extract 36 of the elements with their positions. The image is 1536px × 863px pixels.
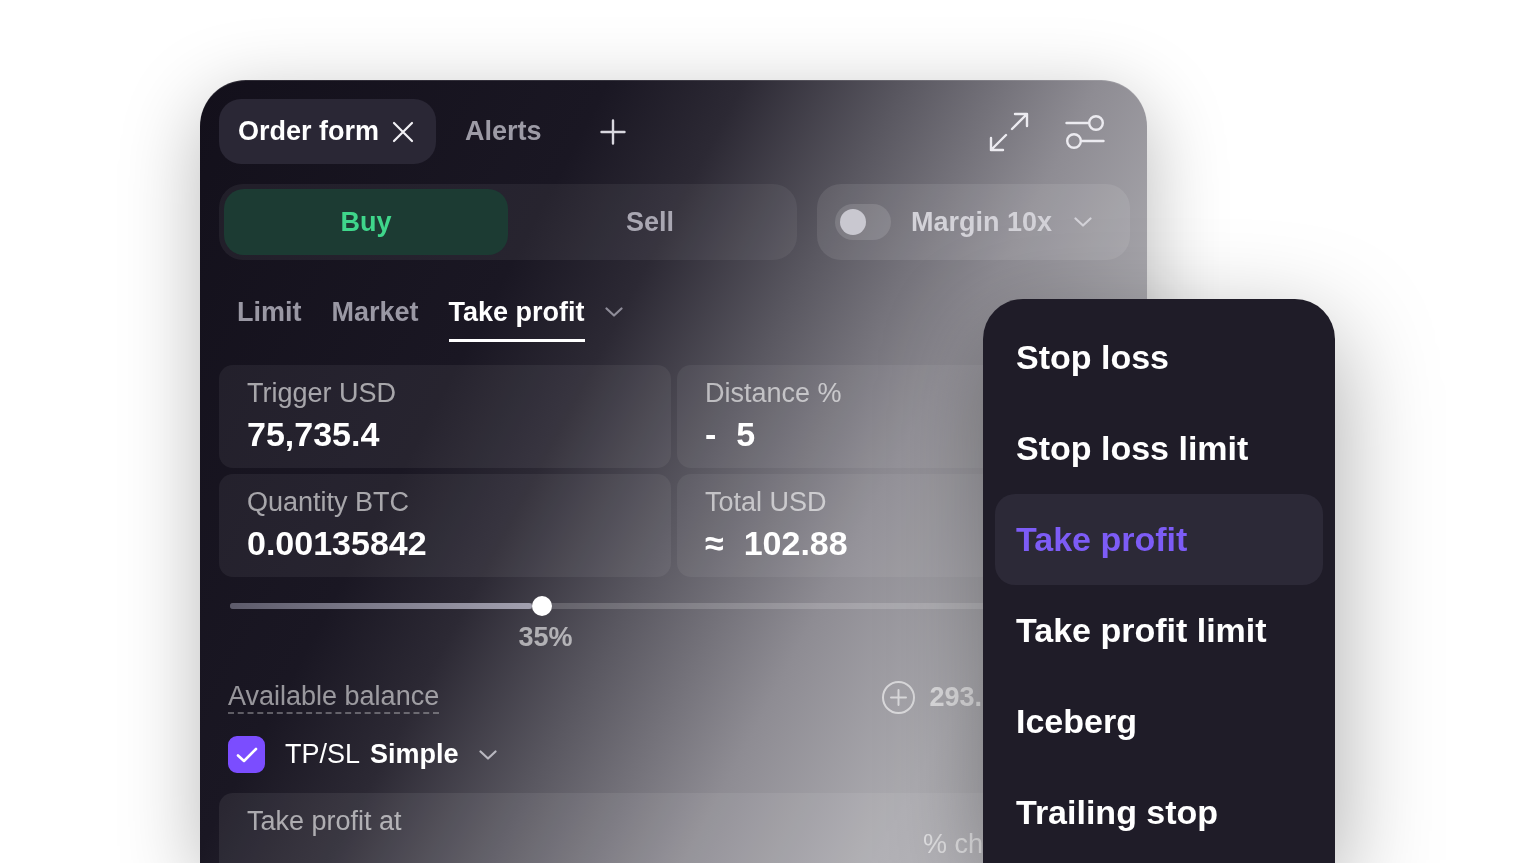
order-type-tab[interactable]: Take profit: [448, 294, 585, 342]
slider-thumb[interactable]: [532, 596, 553, 616]
field-label: Take profit at: [247, 805, 402, 837]
input-field[interactable]: Quantity BTC 0.00135842: [219, 474, 671, 577]
buy-button[interactable]: Buy: [224, 189, 508, 255]
settings-icon[interactable]: [1065, 113, 1105, 150]
tab[interactable]: Alerts: [446, 99, 564, 164]
field-value: 5: [736, 414, 756, 454]
field-value: 102.88: [743, 523, 848, 563]
field-value: 0.00135842: [247, 523, 427, 563]
field-label: Trigger USD: [247, 377, 397, 409]
plus-icon[interactable]: [599, 118, 626, 145]
input-field[interactable]: Trigger USD 75,735.4: [219, 365, 671, 468]
check-icon: [235, 746, 258, 763]
expand-icon[interactable]: [989, 111, 1029, 152]
close-icon[interactable]: [392, 120, 415, 143]
mode-dropdown[interactable]: Simple: [370, 739, 459, 770]
chevron-down-icon[interactable]: [478, 749, 497, 760]
sell-button[interactable]: Sell: [508, 189, 792, 255]
order-type-tab[interactable]: Market: [331, 294, 419, 342]
checkbox[interactable]: [228, 736, 265, 773]
toggle-switch[interactable]: [835, 204, 891, 240]
tpsl-label: TP/SL: [285, 739, 361, 770]
chevron-down-icon[interactable]: [604, 307, 623, 317]
field-label: Quantity BTC: [247, 486, 410, 518]
menu-item[interactable]: Iceberg: [995, 676, 1323, 767]
field-value: 75,735.4: [247, 414, 380, 454]
slider-reading: 35%: [518, 622, 573, 652]
value-prefix: ≈: [705, 523, 724, 563]
tab[interactable]: Order form: [219, 99, 437, 164]
order-type-tab[interactable]: Limit: [237, 294, 302, 342]
menu-item[interactable]: Take profit limit: [995, 585, 1323, 676]
field-label: Distance %: [705, 377, 842, 409]
field-label: Total USD: [705, 486, 827, 518]
value-prefix: -: [705, 414, 717, 454]
balance-label: Available balance: [228, 680, 440, 714]
